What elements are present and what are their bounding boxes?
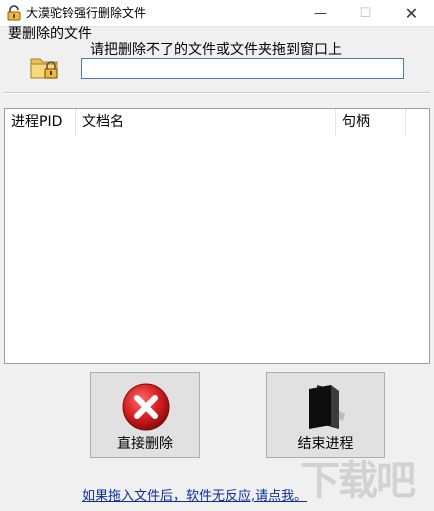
direct-delete-button[interactable]: 直接删除: [90, 372, 200, 458]
list-header: 进程PID 文档名 句柄: [5, 109, 429, 136]
column-header-handle[interactable]: 句柄: [336, 109, 406, 136]
end-process-button[interactable]: 结束进程: [266, 372, 385, 458]
help-link[interactable]: 如果拖入文件后，软件无反应,请点我。: [82, 485, 307, 504]
red-x-icon: [122, 383, 170, 431]
window-title: 大漠驼铃强行删除文件: [26, 6, 147, 20]
padlock-icon: [7, 5, 21, 21]
end-process-label: 结束进程: [297, 436, 354, 452]
watermark-logo: 下载吧: [300, 458, 416, 504]
title-bar: 大漠驼铃强行删除文件 — ☐ ✕: [0, 0, 434, 27]
file-path-input[interactable]: [81, 58, 404, 79]
column-header-document[interactable]: 文档名: [76, 109, 336, 136]
close-button[interactable]: ✕: [389, 0, 434, 26]
direct-delete-label: 直接删除: [117, 436, 173, 452]
maximize-button[interactable]: ☐: [343, 0, 388, 26]
locked-folder-icon: [30, 58, 58, 79]
section-divider: [4, 92, 430, 94]
drag-hint-label: 请把删除不了的文件或文件夹拖到窗口上: [90, 42, 342, 58]
target-file-label: 要删除的文件: [8, 26, 92, 42]
minimize-button[interactable]: —: [298, 0, 343, 26]
process-list[interactable]: 进程PID 文档名 句柄: [4, 108, 430, 364]
column-header-pid[interactable]: 进程PID: [5, 109, 76, 136]
black-book-icon: [309, 385, 345, 429]
